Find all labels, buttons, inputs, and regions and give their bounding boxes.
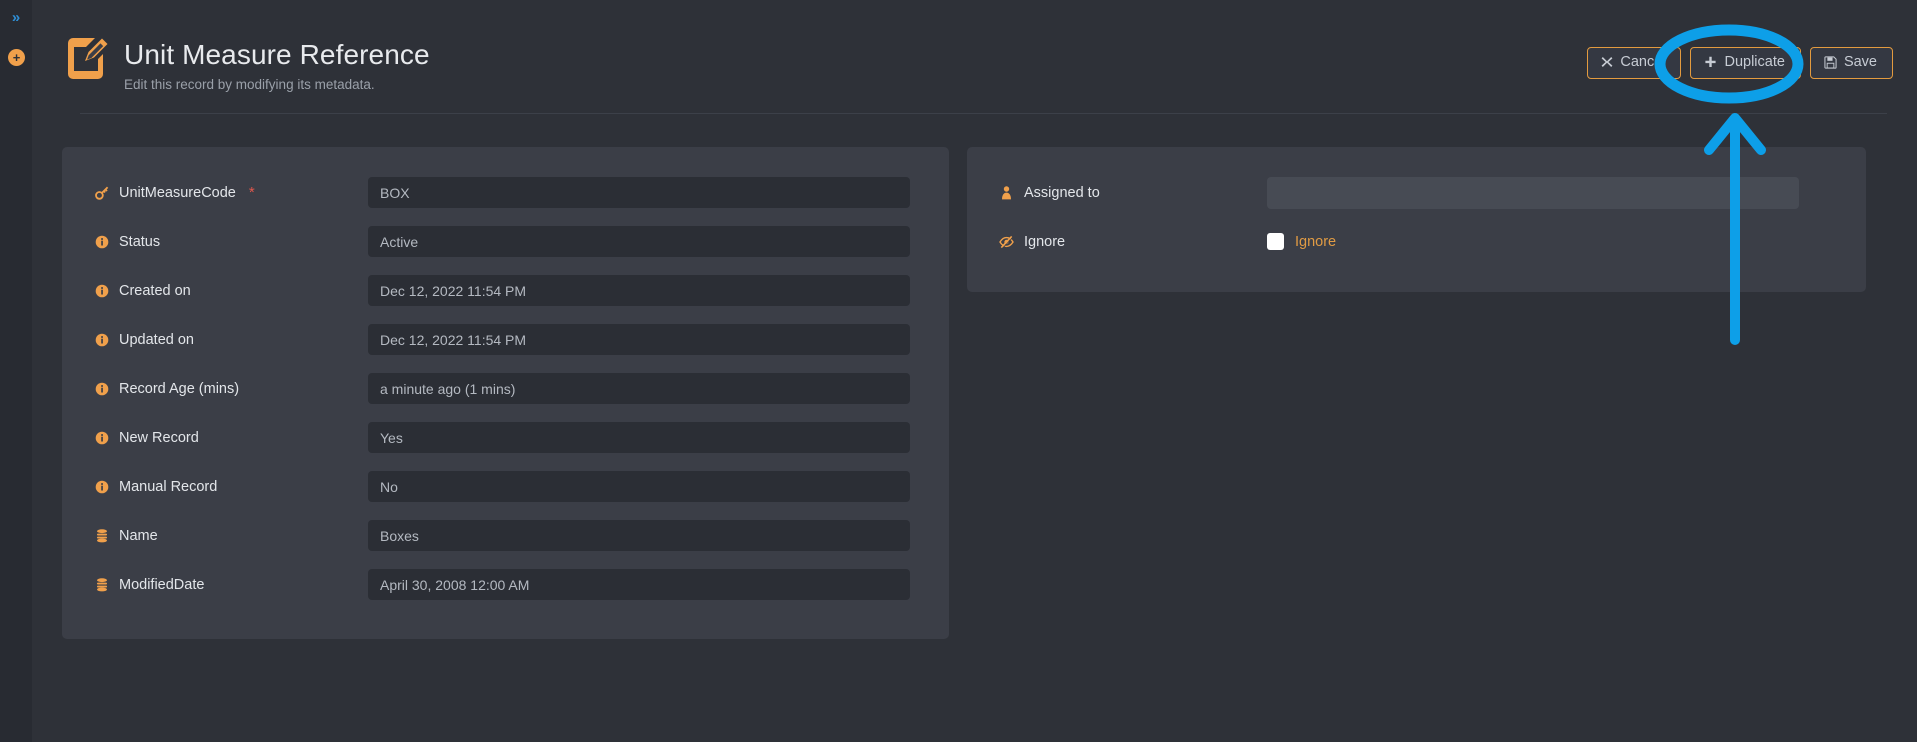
field-label-text: Created on — [119, 282, 191, 299]
field-value: Dec 12, 2022 11:54 PM — [380, 282, 527, 299]
field-input-updated-on[interactable]: Dec 12, 2022 11:54 PM — [368, 324, 910, 356]
field-label-text: Assigned to — [1024, 184, 1100, 201]
rail-add-glyph: + — [12, 50, 21, 65]
main-area: Unit Measure Reference Edit this record … — [32, 0, 1917, 742]
field-row-unitmeasurecode: UnitMeasureCode * BOX — [94, 173, 917, 213]
field-value: No — [380, 478, 398, 495]
field-label-status: Status — [94, 234, 368, 250]
key-icon — [94, 186, 109, 200]
field-row-manual-record: Manual Record No — [94, 467, 917, 507]
field-row-ignore: Ignore Ignore — [999, 222, 1834, 262]
database-icon — [94, 529, 109, 543]
field-row-assigned-to: Assigned to — [999, 173, 1834, 213]
edit-record-icon — [60, 30, 114, 84]
field-label-new-record: New Record — [94, 430, 368, 446]
content-area: UnitMeasureCode * BOX Status Active Crea… — [32, 114, 1917, 639]
required-asterisk: * — [248, 184, 255, 202]
header-text-block: Unit Measure Reference Edit this record … — [124, 22, 430, 92]
page-title: Unit Measure Reference — [124, 39, 430, 70]
plus-icon — [1704, 56, 1717, 69]
cancel-button[interactable]: Cancel — [1587, 47, 1682, 79]
metadata-card: UnitMeasureCode * BOX Status Active Crea… — [62, 146, 949, 639]
ignore-checkbox-group: Ignore — [1267, 233, 1337, 251]
save-button[interactable]: Save — [1809, 47, 1893, 79]
info-icon — [94, 235, 109, 249]
field-label-record-age: Record Age (mins) — [94, 381, 368, 397]
close-x-icon — [1601, 56, 1613, 68]
field-input-created-on[interactable]: Dec 12, 2022 11:54 PM — [368, 275, 910, 307]
duplicate-button[interactable]: Duplicate — [1690, 47, 1801, 79]
field-label-modifieddate: ModifiedDate — [94, 577, 368, 593]
rail-expand-glyph: » — [11, 8, 21, 26]
field-value: Boxes — [380, 527, 419, 544]
info-icon — [94, 382, 109, 396]
field-row-status: Status Active — [94, 222, 917, 262]
field-label-text: Record Age (mins) — [119, 380, 240, 397]
plus-circle-icon[interactable]: + — [8, 49, 25, 66]
page-subtitle: Edit this record by modifying its metada… — [124, 76, 375, 92]
field-label-updated-on: Updated on — [94, 332, 368, 348]
field-label-unitmeasurecode: UnitMeasureCode * — [94, 184, 368, 201]
info-icon — [94, 333, 109, 347]
field-label-assigned-to: Assigned to — [999, 185, 1267, 201]
field-input-record-age[interactable]: a minute ago (1 mins) — [368, 373, 910, 405]
page-header: Unit Measure Reference Edit this record … — [32, 0, 1917, 92]
field-row-updated-on: Updated on Dec 12, 2022 11:54 PM — [94, 320, 917, 360]
field-label-text: Updated on — [119, 331, 194, 348]
field-row-created-on: Created on Dec 12, 2022 11:54 PM — [94, 271, 917, 311]
field-input-modifieddate[interactable]: April 30, 2008 12:00 AM — [368, 569, 910, 601]
chevron-double-right-icon[interactable]: » — [4, 6, 28, 28]
field-label-name: Name — [94, 528, 368, 544]
field-input-name[interactable]: Boxes — [368, 520, 910, 552]
assigned-to-select[interactable] — [1267, 176, 1799, 209]
field-label-created-on: Created on — [94, 283, 368, 299]
field-label-text: Status — [119, 233, 161, 250]
info-icon — [94, 284, 109, 298]
floppy-disk-icon — [1824, 56, 1837, 69]
field-value: Active — [380, 233, 419, 250]
header-actions: Cancel Duplicate Save — [1587, 47, 1893, 79]
assignment-card: Assigned to Ignore Ignore — [967, 146, 1866, 292]
user-icon — [999, 186, 1014, 200]
left-rail: » + — [0, 0, 32, 742]
field-row-record-age: Record Age (mins) a minute ago (1 mins) — [94, 369, 917, 409]
field-label-manual-record: Manual Record — [94, 479, 368, 495]
field-label-text: ModifiedDate — [119, 576, 205, 593]
field-value: Yes — [380, 429, 403, 446]
field-input-new-record[interactable]: Yes — [368, 422, 910, 454]
field-value: a minute ago (1 mins) — [380, 380, 516, 397]
field-label-text: New Record — [119, 429, 199, 446]
field-label-ignore: Ignore — [999, 234, 1267, 250]
info-icon — [94, 480, 109, 494]
database-icon — [94, 578, 109, 592]
field-label-text: Ignore — [1024, 233, 1066, 250]
duplicate-button-label: Duplicate — [1724, 54, 1785, 70]
ignore-checkbox-label: Ignore — [1295, 233, 1337, 250]
field-input-status[interactable]: Active — [368, 226, 910, 258]
field-value: April 30, 2008 12:00 AM — [380, 576, 530, 593]
field-input-unitmeasurecode[interactable]: BOX — [368, 177, 910, 209]
ignore-checkbox[interactable] — [1267, 233, 1284, 251]
save-button-label: Save — [1843, 54, 1877, 70]
field-value: BOX — [380, 184, 410, 201]
app-root: » + Unit Measure Reference Edit this rec… — [0, 0, 1917, 742]
cancel-button-label: Cancel — [1620, 54, 1666, 70]
field-row-new-record: New Record Yes — [94, 418, 917, 458]
field-input-manual-record[interactable]: No — [368, 471, 910, 503]
eye-slash-icon — [999, 235, 1014, 249]
field-label-text: Manual Record — [119, 478, 218, 495]
info-icon — [94, 431, 109, 445]
field-label-text: UnitMeasureCode — [119, 184, 236, 201]
field-value: Dec 12, 2022 11:54 PM — [380, 331, 527, 348]
field-row-modifieddate: ModifiedDate April 30, 2008 12:00 AM — [94, 565, 917, 605]
field-row-name: Name Boxes — [94, 516, 917, 556]
field-label-text: Name — [119, 527, 158, 544]
